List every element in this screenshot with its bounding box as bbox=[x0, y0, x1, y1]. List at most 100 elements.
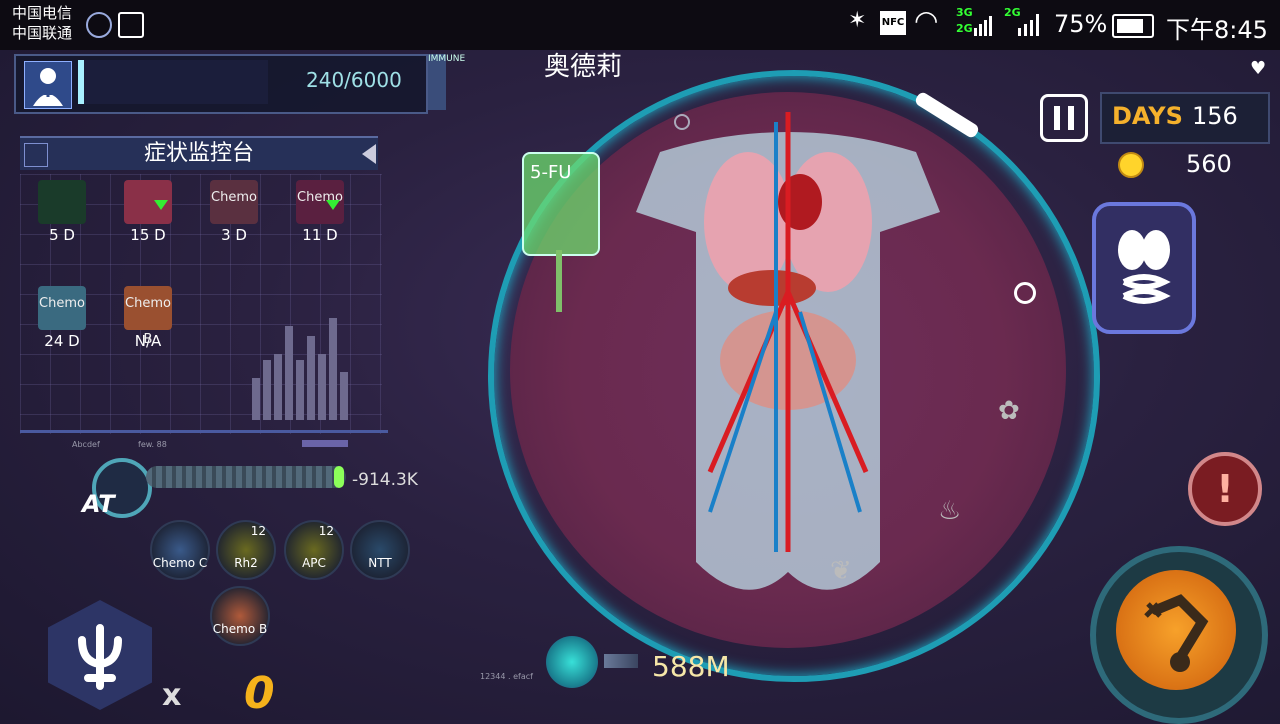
symptom-duration: 5 D bbox=[49, 226, 75, 244]
symptom-bar bbox=[274, 354, 282, 420]
carrier-1: 中国电信 bbox=[12, 4, 73, 22]
patient-name: 奥德莉 bbox=[544, 52, 623, 82]
patient-panel: 240/6000 bbox=[14, 54, 428, 114]
ring-cursor-icon[interactable] bbox=[1014, 282, 1036, 304]
collapse-arrow-icon[interactable] bbox=[362, 144, 376, 164]
symptom-icon[interactable] bbox=[124, 180, 172, 224]
symptom-bar bbox=[340, 372, 348, 420]
symptom-monitor: 症状监控台 Abcdef few. 88 5 D 15 D Chemo 3 D Chem… bbox=[20, 134, 388, 449]
monitor-baseline bbox=[20, 430, 388, 433]
iv-tube bbox=[556, 250, 562, 312]
patient-icon[interactable] bbox=[24, 61, 72, 109]
pathogen-footer: 12344 . efacf bbox=[480, 672, 533, 681]
clock: 下午8:45 bbox=[1166, 16, 1268, 44]
trend-down-icon bbox=[326, 200, 340, 210]
coin-value: 560 bbox=[1186, 150, 1232, 178]
symptom-bar bbox=[329, 318, 337, 420]
signal-icon bbox=[974, 12, 994, 36]
pause-icon bbox=[1054, 106, 1074, 130]
monitor-footer-2: few. 88 bbox=[138, 440, 167, 449]
trend-down-icon bbox=[154, 200, 168, 210]
symptom-bar bbox=[296, 360, 304, 420]
symptom-bar bbox=[285, 326, 293, 420]
days-label: DAYS bbox=[1112, 102, 1183, 130]
at-value: -914.3K bbox=[352, 470, 418, 490]
drug-name: Chemo C bbox=[152, 556, 208, 570]
days-value: 156 bbox=[1192, 102, 1238, 130]
immune-bar-fill bbox=[78, 60, 84, 104]
monitor-footer-bar bbox=[302, 440, 348, 447]
symptom-item[interactable]: Chemo BN/A bbox=[120, 286, 176, 350]
pause-button[interactable] bbox=[1040, 94, 1088, 142]
drug-slot[interactable]: Chemo B bbox=[210, 586, 270, 646]
at-bar-marker bbox=[334, 466, 344, 488]
symptom-duration: 24 D bbox=[44, 332, 80, 350]
immune-bar bbox=[78, 60, 268, 104]
symptom-icon-text: Chemo bbox=[211, 190, 257, 205]
immune-value: 240/6000 bbox=[306, 68, 402, 92]
heart-icon: ♥ bbox=[1250, 58, 1267, 79]
intestine-icon[interactable]: ♨ bbox=[938, 496, 961, 526]
iv-drug-label: 5-FU bbox=[530, 162, 572, 183]
headset-icon bbox=[86, 12, 112, 38]
drug-slot[interactable]: NTT bbox=[350, 520, 410, 580]
gallery-icon bbox=[118, 12, 144, 38]
symptom-icon[interactable] bbox=[38, 180, 86, 224]
virus-icon[interactable] bbox=[546, 636, 598, 688]
monitor-title-bar: 症状监控台 bbox=[20, 136, 378, 170]
drug-name: NTT bbox=[368, 556, 392, 570]
drug-name: Rh2 bbox=[234, 556, 258, 570]
trident-icon bbox=[78, 624, 122, 690]
signal-icon-2 bbox=[1018, 12, 1042, 36]
robot-arm-icon bbox=[1144, 594, 1209, 672]
wifi-icon: ◠ bbox=[914, 4, 939, 37]
trident-button[interactable] bbox=[48, 600, 152, 710]
symptom-item[interactable]: Chemo 11 D bbox=[292, 180, 348, 244]
symptom-duration: 11 D bbox=[302, 226, 338, 244]
days-panel: DAYS 156 bbox=[1100, 92, 1270, 144]
lungs-icon[interactable]: ✿ bbox=[998, 396, 1020, 426]
symptom-duration: 3 D bbox=[221, 226, 247, 244]
symptom-bar bbox=[252, 378, 260, 420]
drug-slot[interactable]: 12 APC bbox=[284, 520, 344, 580]
symptom-icon[interactable]: Chemo B bbox=[124, 286, 172, 347]
drug-slot[interactable]: 12 Rh2 bbox=[216, 520, 276, 580]
symptom-bar-chart bbox=[250, 294, 370, 424]
at-label: AT bbox=[82, 490, 115, 518]
symptom-icon[interactable]: Chemo bbox=[38, 286, 86, 330]
battery-percent: 75% bbox=[1054, 10, 1108, 38]
alert-button[interactable]: ! bbox=[1188, 452, 1262, 526]
drug-name: APC bbox=[302, 556, 326, 570]
symptom-item[interactable]: 15 D bbox=[120, 180, 176, 244]
battery-icon bbox=[1112, 14, 1154, 38]
pathogen-bar bbox=[604, 654, 638, 668]
coin-icon bbox=[1118, 152, 1144, 178]
immune-tag: IMMUNE bbox=[428, 54, 465, 110]
label-anchor-icon bbox=[674, 114, 690, 130]
symptom-bar bbox=[318, 354, 326, 420]
symptom-icon-text: Chemo bbox=[39, 296, 85, 311]
status-bar: 中国电信 中国联通 ✶ NFC ◠ 3G 2G 2G 75% 下午8:45 bbox=[0, 0, 1280, 50]
symptom-bar bbox=[307, 336, 315, 420]
nfc-icon: NFC bbox=[880, 11, 906, 35]
symptom-duration: 15 D bbox=[130, 226, 166, 244]
drug-level: 12 bbox=[318, 524, 334, 538]
drug-name: Chemo B bbox=[212, 622, 268, 636]
monitor-icon bbox=[24, 143, 48, 167]
symptom-item[interactable]: Chemo 3 D bbox=[206, 180, 262, 244]
combo-multiplier: x bbox=[162, 678, 182, 713]
network-3g: 3G bbox=[956, 6, 973, 19]
at-bar bbox=[146, 466, 346, 488]
organs-icon bbox=[1118, 230, 1171, 304]
organ-view-button[interactable] bbox=[1092, 202, 1196, 334]
kidney-icon[interactable]: ❦ bbox=[830, 556, 852, 586]
surgery-button[interactable] bbox=[1116, 570, 1236, 690]
symptom-bar bbox=[263, 360, 271, 420]
symptom-item[interactable]: 5 D bbox=[34, 180, 90, 244]
symptom-icon[interactable]: Chemo bbox=[296, 180, 344, 224]
drug-level: 12 bbox=[250, 524, 266, 538]
network-2g-a: 2G bbox=[956, 22, 973, 35]
symptom-icon[interactable]: Chemo bbox=[210, 180, 258, 224]
drug-slot[interactable]: Chemo C bbox=[150, 520, 210, 580]
symptom-item[interactable]: Chemo 24 D bbox=[34, 286, 90, 350]
